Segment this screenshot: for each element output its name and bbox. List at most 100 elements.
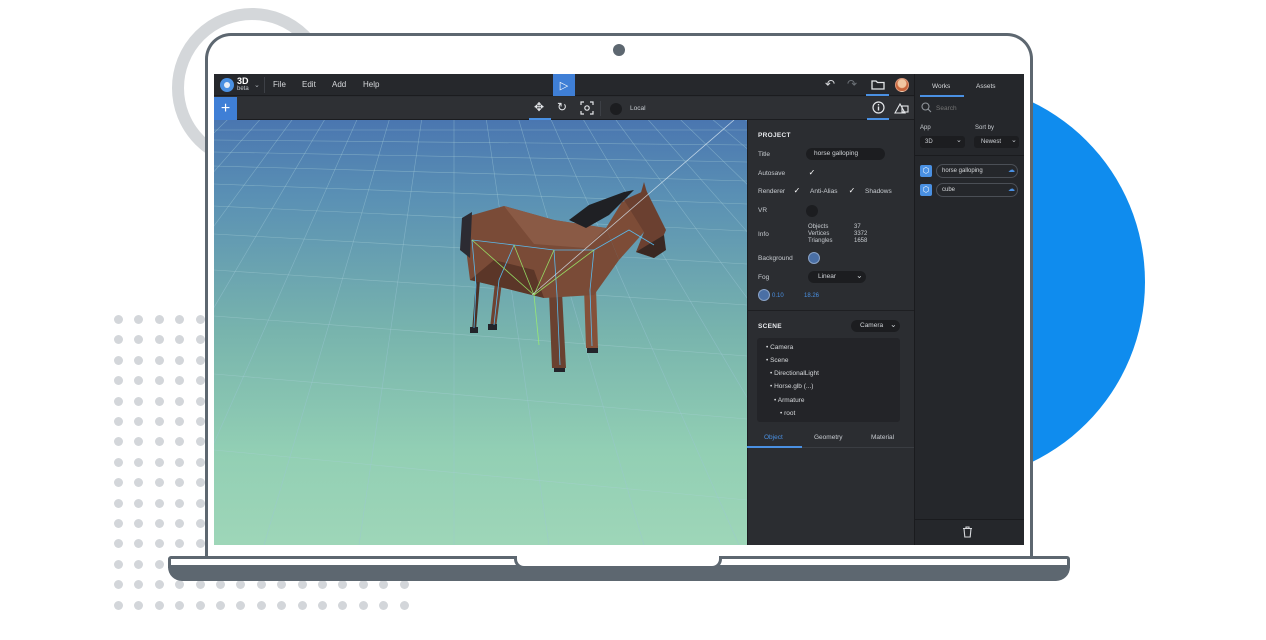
decorative-dot: [134, 559, 144, 569]
undo-icon[interactable]: ↶: [825, 77, 835, 91]
decorative-dot: [114, 457, 123, 467]
tab-works[interactable]: Works: [932, 83, 950, 90]
decorative-dot: [175, 315, 185, 324]
tab-object[interactable]: Object: [764, 434, 783, 441]
camera-select-value: Camera: [860, 322, 884, 329]
info-icon[interactable]: [872, 101, 885, 114]
toolbar-divider: [600, 101, 601, 116]
decorative-dot: [134, 457, 144, 467]
decorative-dot: [154, 559, 164, 569]
fog-near-value[interactable]: 0.10: [772, 293, 784, 299]
tree-item-directional-light[interactable]: • DirectionalLight: [770, 370, 819, 377]
menu-file[interactable]: File: [273, 80, 286, 89]
decorative-dot: [154, 355, 164, 365]
decorative-dot: [297, 580, 307, 590]
app-screen: 3D beta ⌄ File Edit Add Help ▷ ↶ ↷ + ✥ ↻: [214, 74, 1024, 545]
info-objects-label: Objects: [808, 224, 829, 230]
title-label: Title: [758, 151, 771, 158]
antialias-checkbox[interactable]: ✓: [792, 186, 802, 196]
vr-toggle[interactable]: [806, 205, 818, 217]
decorative-dot: [195, 355, 205, 365]
decorative-dot: [154, 519, 164, 528]
app-brand-sub: beta: [237, 86, 249, 92]
decorative-dot: [338, 600, 348, 610]
space-toggle[interactable]: [610, 103, 622, 115]
tree-item-root[interactable]: • root: [780, 410, 795, 417]
autosave-checkbox[interactable]: ✓: [807, 168, 817, 178]
background-label: Background: [758, 255, 793, 262]
add-object-button[interactable]: +: [214, 97, 237, 120]
menu-edit[interactable]: Edit: [302, 80, 316, 89]
scale-tool-icon[interactable]: [580, 101, 594, 115]
shadows-checkbox[interactable]: ✓: [847, 186, 857, 196]
viewport-toolbar: + ✥ ↻ Local: [214, 97, 914, 120]
menu-help[interactable]: Help: [363, 80, 379, 89]
app-select-value: 3D: [925, 139, 933, 145]
decorative-dot: [358, 580, 368, 590]
tab-assets[interactable]: Assets: [976, 83, 996, 90]
decorative-dot: [114, 600, 123, 610]
decorative-dot: [277, 600, 287, 610]
tab-material[interactable]: Material: [871, 434, 894, 441]
decorative-dot: [134, 355, 144, 365]
work-item[interactable]: ⬡ cube ☁: [920, 183, 1018, 197]
play-button[interactable]: ▷: [553, 74, 575, 96]
decorative-dot: [195, 335, 205, 345]
decorative-dot: [379, 600, 389, 610]
decorative-dot: [154, 600, 164, 610]
info-triangles-label: Triangles: [808, 238, 833, 244]
space-label: Local: [630, 105, 646, 112]
decorative-dot: [114, 437, 123, 447]
decorative-dot: [134, 519, 144, 528]
decorative-dot: [175, 437, 185, 447]
chevron-down-icon: ⌄: [956, 137, 962, 144]
work-item[interactable]: ⬡ horse galloping ☁: [920, 164, 1018, 178]
shapes-icon[interactable]: [894, 102, 909, 114]
antialias-label: Anti-Alias: [810, 188, 838, 195]
app-logo-icon[interactable]: [220, 78, 234, 92]
title-input[interactable]: horse galloping: [806, 148, 885, 160]
decorative-dot: [154, 498, 164, 508]
app-brand: 3D: [237, 76, 249, 86]
tree-item-scene[interactable]: • Scene: [766, 357, 789, 364]
horse-model[interactable]: [214, 120, 747, 545]
sort-label: Sort by: [975, 125, 995, 131]
tree-item-armature[interactable]: • Armature: [774, 397, 804, 404]
decorative-dot: [399, 600, 409, 610]
laptop-base-bottom: [168, 567, 1070, 581]
decorative-dot: [154, 580, 164, 590]
menu-bar: 3D beta ⌄ File Edit Add Help ▷ ↶ ↷: [214, 74, 914, 96]
cloud-icon[interactable]: ☁: [1008, 185, 1015, 193]
decorative-dot: [195, 478, 205, 488]
fog-far-value[interactable]: 18.26: [804, 293, 819, 299]
decorative-dot: [236, 580, 246, 590]
3d-viewport[interactable]: [214, 120, 747, 545]
search-input[interactable]: [936, 102, 1016, 114]
rotate-tool-icon[interactable]: ↻: [557, 100, 567, 114]
works-footer-divider: [914, 519, 1024, 520]
fog-color-swatch[interactable]: [758, 289, 770, 301]
user-avatar[interactable]: [895, 78, 909, 92]
chevron-down-icon[interactable]: ⌄: [254, 81, 260, 89]
tree-item-camera[interactable]: • Camera: [766, 344, 793, 351]
tab-geometry[interactable]: Geometry: [814, 434, 843, 441]
decorative-dot: [216, 600, 225, 610]
move-tool-icon[interactable]: ✥: [534, 100, 544, 114]
redo-icon[interactable]: ↷: [847, 77, 857, 91]
tree-item-horse[interactable]: • Horse.glb (...): [770, 383, 813, 390]
menu-add[interactable]: Add: [332, 80, 346, 89]
chevron-down-icon: ⌄: [856, 271, 863, 280]
decorative-dot: [256, 580, 266, 590]
cloud-icon[interactable]: ☁: [1008, 166, 1015, 174]
fog-select-value: Linear: [818, 273, 837, 280]
decorative-dot: [134, 417, 144, 426]
tab-baseline: [802, 447, 914, 448]
background-color-swatch[interactable]: [808, 252, 820, 264]
menu-divider: [264, 77, 265, 93]
decorative-dot: [277, 580, 287, 590]
info-vertices-label: Vertices: [808, 231, 830, 237]
trash-icon[interactable]: [962, 526, 973, 538]
decorative-dot: [134, 315, 144, 324]
folder-icon[interactable]: [871, 79, 885, 90]
decorative-dot: [114, 376, 123, 386]
